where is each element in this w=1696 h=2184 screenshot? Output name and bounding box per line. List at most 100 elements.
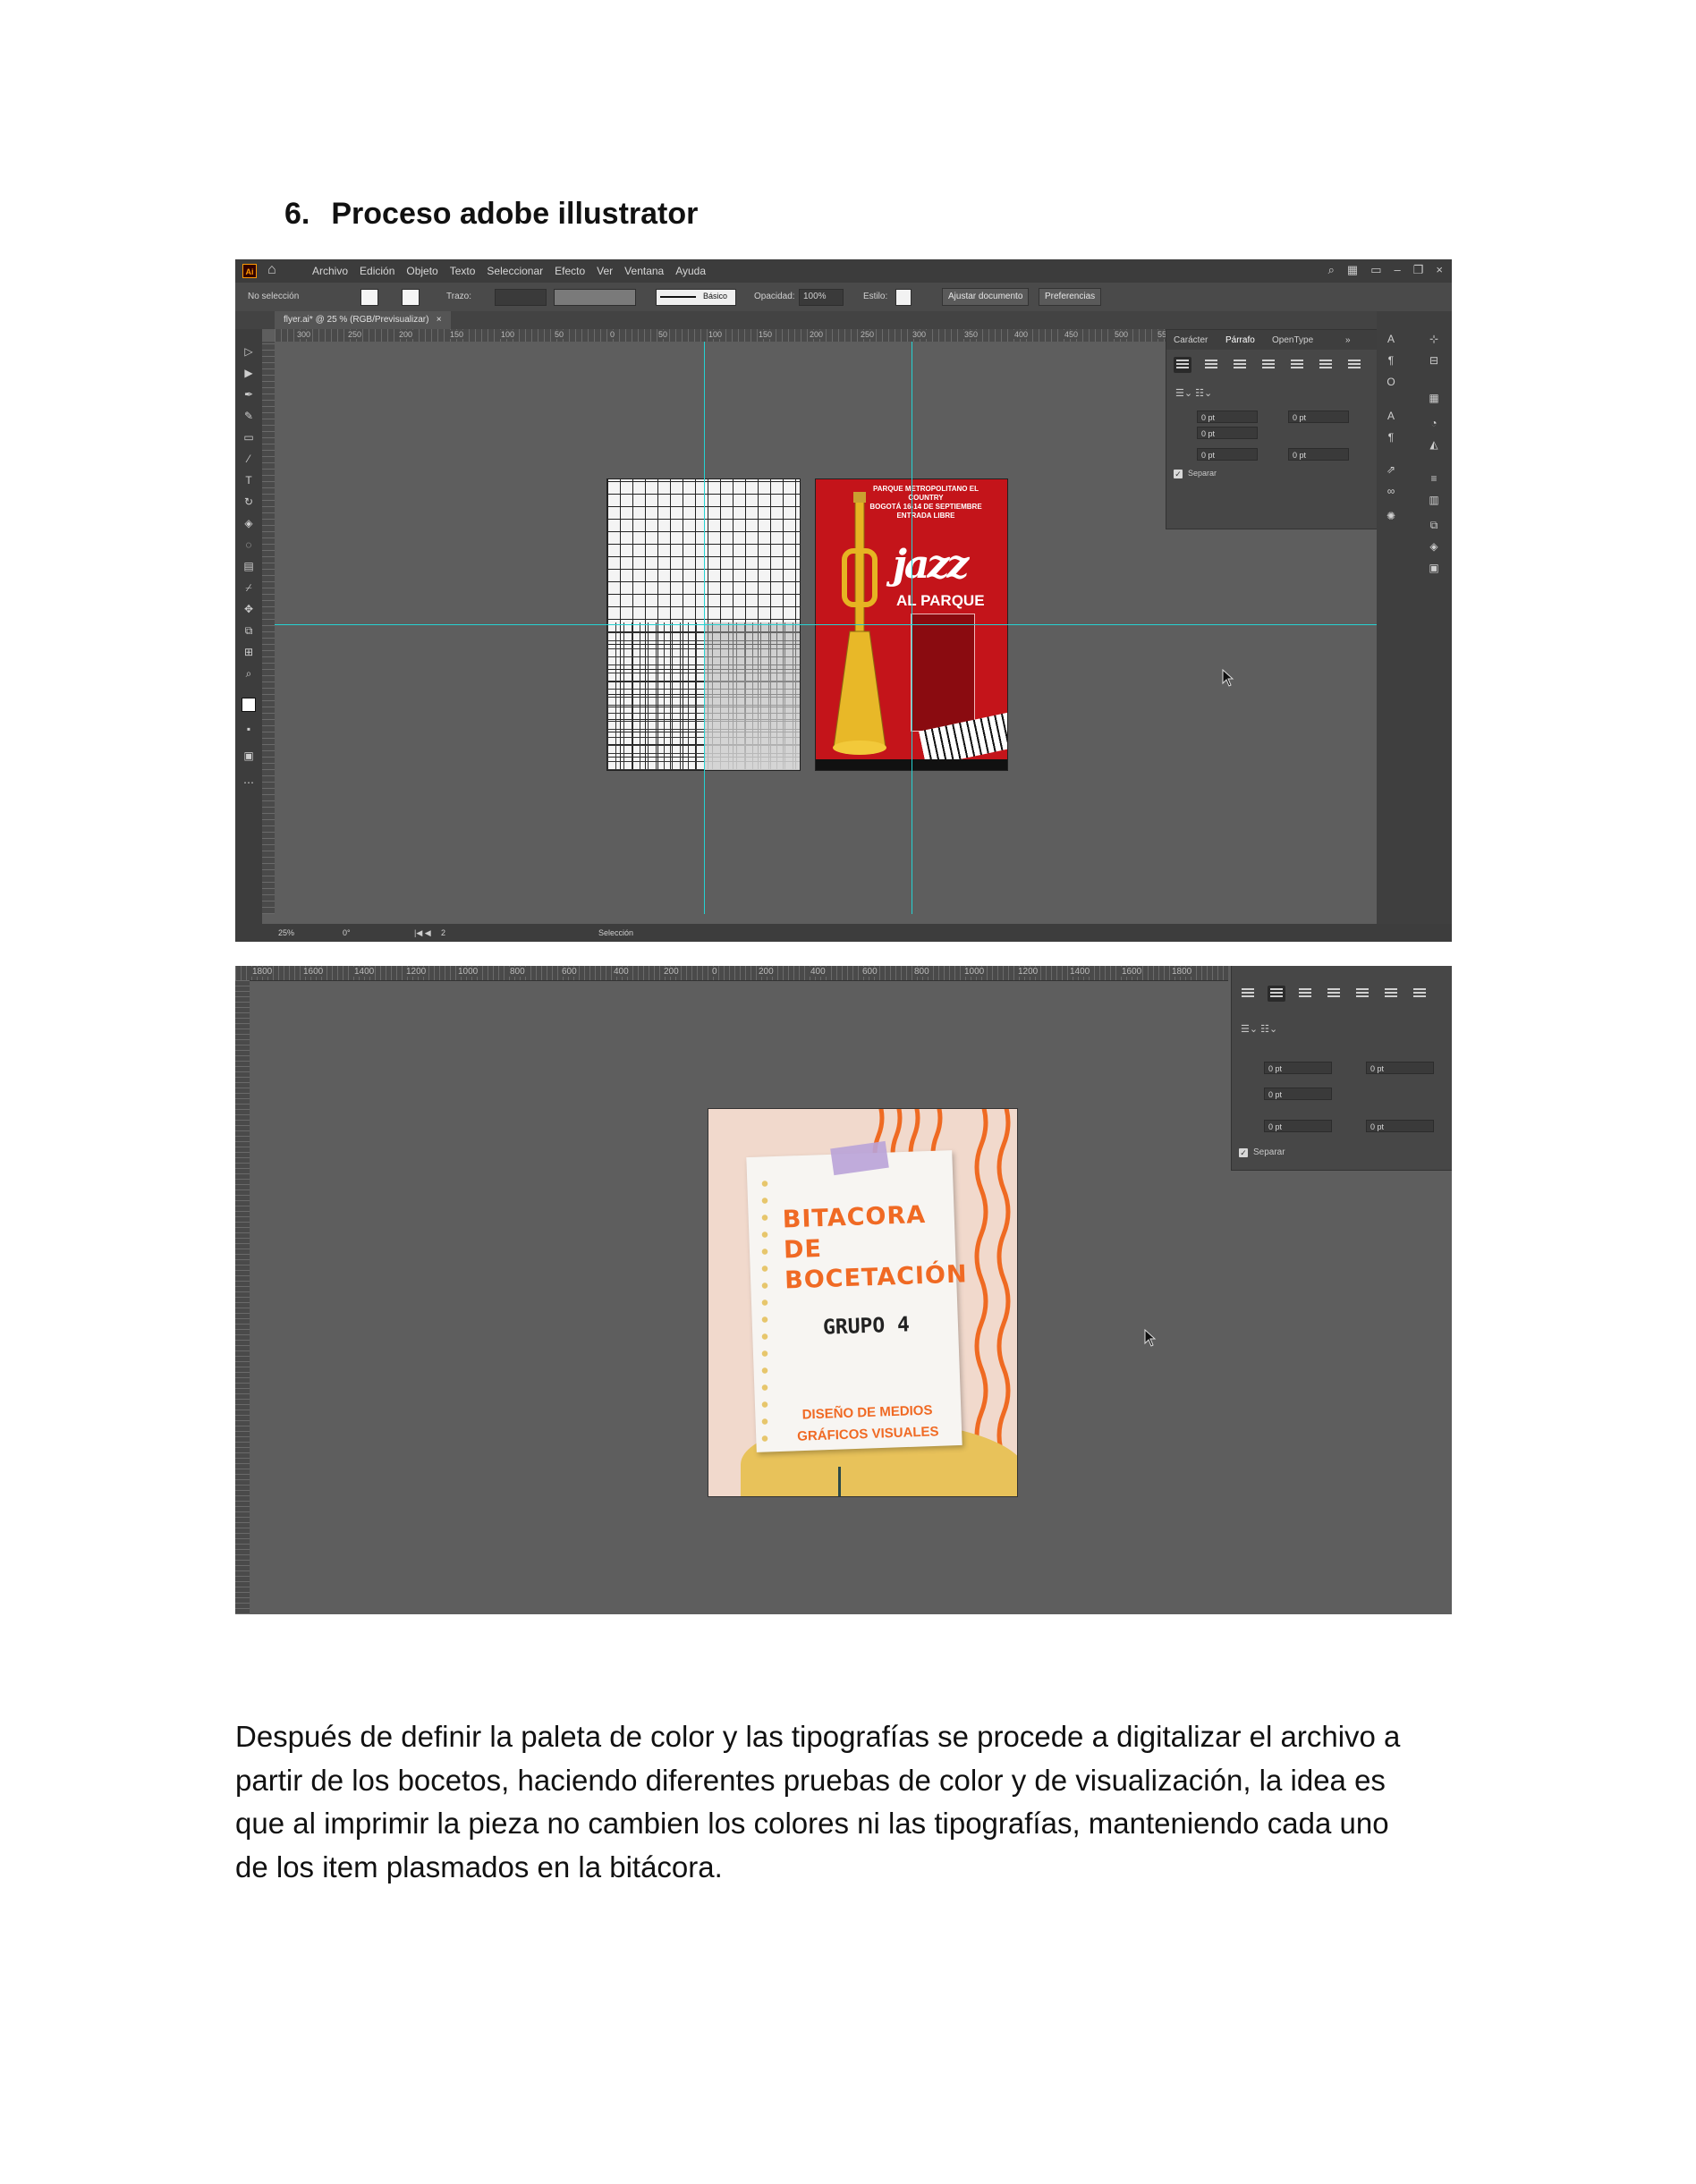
bullets-icon[interactable]: ☰⌄ ☷⌄ [1241,1023,1277,1035]
menu-item-texto[interactable]: Texto [450,265,476,277]
vertical-ruler[interactable] [235,980,250,1614]
panel-menu-icon[interactable]: » [1345,335,1351,345]
links-icon[interactable]: ∞ [1384,485,1398,497]
brush-select[interactable]: Básico [656,289,736,306]
menu-item-efecto[interactable]: Efecto [555,265,585,277]
justify-left-icon[interactable] [1325,986,1343,1002]
more-tools-icon[interactable]: ⋯ [242,776,256,789]
graphic-styles-icon[interactable]: ◭ [1427,438,1441,451]
align-left-icon[interactable] [1239,986,1257,1002]
selection-tool-icon[interactable]: ▷ [242,345,256,358]
arrange-icon[interactable]: ▭ [1370,263,1381,277]
styles-icon[interactable]: A [1384,410,1398,422]
tab-caracter[interactable]: Carácter [1174,335,1208,345]
minimize-icon[interactable]: – [1395,263,1401,277]
bullets-icon[interactable]: ☰⌄ ☷⌄ [1175,387,1212,399]
gradient-tool-icon[interactable]: ▤ [242,560,256,572]
hyphenate-checkbox[interactable]: ✓ [1174,470,1183,478]
pathfinder-icon[interactable]: ⧉ [1427,519,1441,531]
guide-vertical[interactable] [704,342,705,914]
justify-center-icon[interactable] [1353,986,1371,1002]
rectangle-tool-icon[interactable]: ▭ [242,431,256,444]
right-indent-field[interactable]: 0 pt [1366,1062,1434,1074]
fill-swatch[interactable] [360,289,378,306]
align-left-icon[interactable] [1174,357,1191,373]
first-line-indent-field[interactable]: 0 pt [1197,427,1258,439]
layers-icon[interactable]: ◈ [1427,540,1441,553]
direct-selection-tool-icon[interactable]: ▶ [242,367,256,379]
paintbrush-tool-icon[interactable]: ⁄ [242,453,256,465]
tab-close-icon[interactable]: × [437,315,442,325]
paragraph-icon[interactable]: ¶ [1384,354,1398,367]
eraser-tool-icon[interactable]: ◈ [242,517,256,529]
left-indent-field[interactable]: 0 pt [1197,411,1258,423]
artboard-tool-icon[interactable]: ⊞ [242,646,256,658]
justify-right-icon[interactable] [1317,357,1335,373]
zoom-tool-icon[interactable]: ⌕ [242,667,256,680]
preferences-button[interactable]: Preferencias [1039,288,1102,306]
first-line-indent-field[interactable]: 0 pt [1264,1088,1332,1100]
menu-item-ventana[interactable]: Ventana [624,265,664,277]
menu-item-objeto[interactable]: Objeto [406,265,437,277]
tab-opentype[interactable]: OpenType [1272,335,1313,345]
puppet-warp-tool-icon[interactable]: ✥ [242,603,256,615]
cover-artboard[interactable]: BITACORA DE BOCETACIÓN GRUPO 4 DISEÑO DE… [708,1108,1018,1497]
zoom-level[interactable]: 25% [278,928,294,937]
symbols-icon[interactable]: ✺ [1384,510,1398,522]
hyphenate-checkbox[interactable]: ✓ [1239,1148,1248,1157]
opentype-icon[interactable]: O [1384,376,1398,388]
variable-width-field[interactable] [554,289,636,306]
restore-icon[interactable]: ❐ [1413,263,1424,277]
stroke-weight-field[interactable] [495,289,547,306]
opacity-field[interactable]: 100% [799,289,844,306]
export-icon[interactable]: ⇗ [1384,463,1398,476]
right-indent-field[interactable]: 0 pt [1288,411,1349,423]
transform-icon[interactable]: ⊹ [1427,333,1441,345]
shape-builder-tool-icon[interactable]: ⧉ [242,624,256,637]
lasso-tool-icon[interactable]: ◌ [242,538,256,551]
character-icon[interactable]: A [1384,333,1398,345]
menu-item-ayuda[interactable]: Ayuda [675,265,706,277]
left-indent-field[interactable]: 0 pt [1264,1062,1332,1074]
screen-mode-icon[interactable]: ▣ [242,749,256,762]
align-center-icon[interactable] [1202,357,1220,373]
guide-horizontal[interactable] [275,624,1402,625]
justify-right-icon[interactable] [1382,986,1400,1002]
space-before-field[interactable]: 0 pt [1197,448,1258,461]
tab-parrafo[interactable]: Párrafo [1225,335,1255,345]
color-mode-icon[interactable]: ▪ [242,723,256,735]
brushes-icon[interactable]: ◔ [1427,417,1441,429]
close-icon[interactable]: × [1436,263,1443,277]
style-swatch[interactable] [895,289,912,306]
menu-item-ver[interactable]: Ver [597,265,613,277]
document-tab[interactable]: flyer.ai* @ 25 % (RGB/Previsualizar) × [275,311,451,329]
curvature-tool-icon[interactable]: ✎ [242,410,256,422]
justify-center-icon[interactable] [1288,357,1306,373]
menu-item-seleccionar[interactable]: Seleccionar [487,265,543,277]
vertical-ruler[interactable] [262,342,275,914]
workspace-icon[interactable]: ▦ [1347,263,1358,277]
align-center-icon[interactable] [1268,986,1285,1002]
stroke-swatch[interactable] [402,289,420,306]
fit-document-button[interactable]: Ajustar documento [942,288,1030,306]
artboards-icon[interactable]: ▣ [1427,562,1441,574]
menu-item-edicion[interactable]: Edición [360,265,394,277]
align-icon[interactable]: ⊟ [1427,354,1441,367]
space-before-field[interactable]: 0 pt [1264,1120,1332,1132]
align-right-icon[interactable] [1296,986,1314,1002]
stroke-icon[interactable]: ≡ [1427,472,1441,485]
glyphs-icon[interactable]: ¶ [1384,431,1398,444]
pen-tool-icon[interactable]: ✒ [242,388,256,401]
fill-color-icon[interactable] [242,698,256,712]
space-after-field[interactable]: 0 pt [1366,1120,1434,1132]
swatches-icon[interactable]: ▦ [1427,392,1441,404]
justify-left-icon[interactable] [1259,357,1277,373]
rotation-value[interactable]: 0° [343,928,351,937]
align-right-icon[interactable] [1231,357,1249,373]
rotate-tool-icon[interactable]: ↻ [242,495,256,508]
menu-item-archivo[interactable]: Archivo [312,265,348,277]
justify-all-icon[interactable] [1345,357,1363,373]
space-after-field[interactable]: 0 pt [1288,448,1349,461]
search-icon[interactable]: ⌕ [1328,263,1335,277]
eyedropper-tool-icon[interactable]: ⌿ [242,581,256,594]
